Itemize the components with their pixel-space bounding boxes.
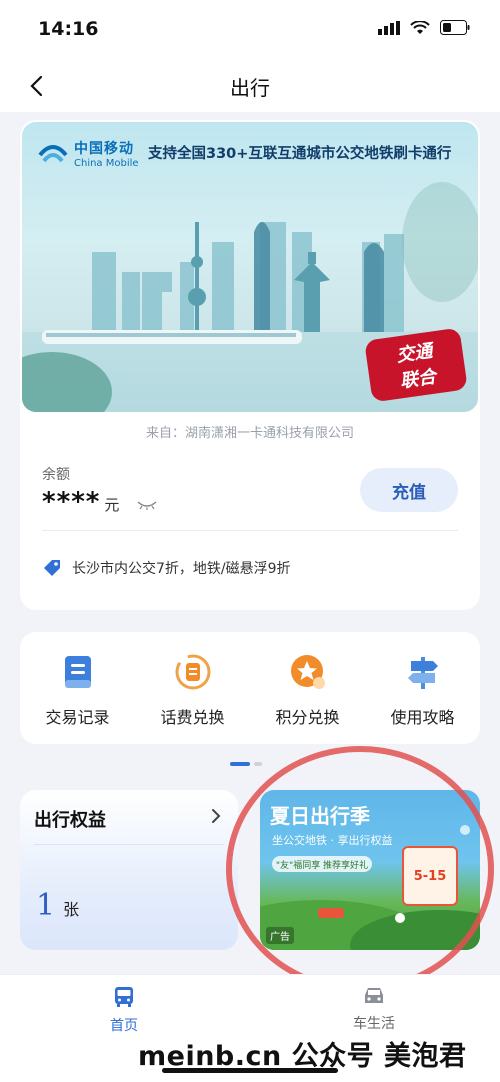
record-book-icon: [58, 652, 98, 692]
card-source: 来自：湖南潇湘一卡通科技有限公司: [145, 426, 354, 441]
card-slogan: 支持全国330+互联互通城市公交地铁刷卡通行: [148, 146, 452, 162]
quick-action-label: 积分兑换: [275, 708, 340, 727]
balance-label: 余额: [42, 467, 70, 483]
tab-car-life[interactable]: 车生活: [314, 985, 434, 1033]
status-icons: [378, 20, 470, 35]
discount-info: 长沙市内公交7折，地铁/磁悬浮9折: [42, 558, 291, 578]
highlight-annotation-circle: [226, 746, 494, 992]
nav-bar: 出行: [0, 60, 500, 112]
china-mobile-logo-icon: [38, 144, 68, 162]
tunion-badge: 交通 联合: [364, 327, 468, 403]
status-bar: 14:16: [0, 0, 500, 60]
tab-home-label: 首页: [110, 1018, 138, 1034]
balance-unit: 元: [104, 496, 120, 514]
divider: [42, 530, 458, 531]
tab-car-life-label: 车生活: [353, 1016, 395, 1032]
china-mobile-logo: 中国移动 China Mobile: [38, 138, 139, 169]
benefits-unit: 张: [63, 900, 80, 919]
benefits-title: 出行权益: [34, 810, 106, 831]
transit-card-panel: 中国移动 China Mobile 支持全国330+互联互通城市公交地铁刷卡通行…: [20, 120, 480, 610]
brand-cn: 中国移动: [74, 141, 134, 157]
tab-home[interactable]: 首页: [64, 985, 184, 1035]
car-icon: [365, 988, 383, 1003]
chevron-right-icon: [212, 809, 221, 823]
brand-en: China Mobile: [74, 158, 139, 169]
pager-dot: [254, 762, 262, 766]
status-time: 14:16: [38, 18, 99, 40]
discount-text: 长沙市内公交7折，地铁/磁悬浮9折: [72, 561, 291, 577]
divider: [34, 844, 224, 845]
quick-actions: 交易记录 话费兑换 积分兑换 使用攻略: [20, 632, 480, 744]
bus-icon: [115, 987, 133, 1007]
balance-value: **** 元: [42, 487, 157, 517]
quick-action-label: 使用攻略: [390, 708, 455, 727]
eye-closed-icon[interactable]: [137, 500, 157, 510]
china-mobile-logo-text: 中国移动 China Mobile: [74, 138, 139, 169]
quick-action-phone-bill-exchange[interactable]: 话费兑换: [135, 632, 250, 744]
phone-bill-exchange-icon: [173, 652, 213, 692]
quick-action-label: 话费兑换: [160, 708, 225, 727]
benefits-count: 1 张: [36, 888, 79, 923]
travel-benefits-card[interactable]: 出行权益 1 张: [20, 790, 238, 950]
pager-dot-active: [230, 762, 250, 766]
recharge-button[interactable]: 充值: [360, 468, 458, 512]
page-title: 出行: [230, 76, 270, 100]
quick-action-transaction-records[interactable]: 交易记录: [20, 632, 135, 744]
quick-action-usage-guide[interactable]: 使用攻略: [365, 632, 480, 744]
transit-card-image[interactable]: 中国移动 China Mobile 支持全国330+互联互通城市公交地铁刷卡通行…: [22, 122, 478, 412]
tag-icon: [44, 560, 60, 576]
home-indicator: [162, 1068, 338, 1073]
quick-action-points-exchange[interactable]: 积分兑换: [250, 632, 365, 744]
signal-icon: [378, 20, 400, 35]
signpost-icon: [403, 652, 443, 692]
benefits-number: 1: [36, 888, 56, 923]
balance-masked: ****: [42, 487, 101, 517]
wifi-icon: [410, 20, 430, 34]
points-star-icon: [288, 652, 328, 692]
battery-icon: [440, 20, 470, 35]
tunion-bottom-text: 联合: [398, 366, 438, 393]
quick-action-label: 交易记录: [45, 708, 110, 727]
pager-indicator: [230, 762, 262, 766]
